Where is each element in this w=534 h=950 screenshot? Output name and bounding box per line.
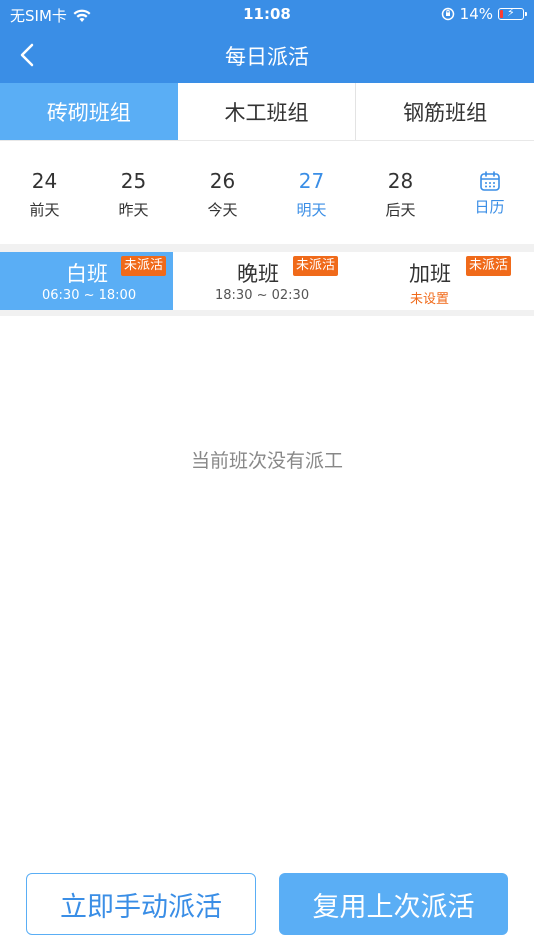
date-item-26[interactable]: 26 今天 [178, 155, 267, 235]
tab-brick-team[interactable]: 砖砌班组 [0, 83, 178, 140]
shift-name: 加班 [409, 262, 451, 286]
empty-message: 当前班次没有派工 [190, 450, 343, 472]
shift-time: 18:30 ~ 02:30 [215, 288, 310, 303]
date-label: 前天 [29, 201, 60, 219]
tab-rebar-team[interactable]: 钢筋班组 [356, 83, 534, 140]
date-item-25[interactable]: 25 昨天 [89, 155, 178, 235]
team-tabs: 砖砌班组 木工班组 钢筋班组 [0, 83, 534, 141]
section-divider [0, 244, 534, 252]
shift-overtime[interactable]: 加班 未派活 未设置 [345, 252, 534, 310]
date-selector: 24 前天 25 昨天 26 今天 27 明天 28 后天 日历 [0, 155, 534, 235]
shift-time: 未设置 [410, 292, 450, 307]
tab-carpentry-team[interactable]: 木工班组 [178, 83, 357, 140]
date-label: 昨天 [118, 201, 149, 219]
date-label: 后天 [385, 201, 416, 219]
status-badge: 未派活 [121, 256, 167, 276]
page-title: 每日派活 [225, 45, 309, 69]
calendar-icon [479, 171, 500, 191]
date-number: 24 [31, 169, 58, 193]
date-label: 今天 [207, 201, 238, 219]
date-number: 27 [298, 169, 325, 193]
status-badge: 未派活 [466, 256, 512, 276]
date-number: 28 [387, 169, 414, 193]
manual-dispatch-button[interactable]: 立即手动派活 [26, 873, 256, 935]
battery-icon: ⚡ [498, 6, 527, 20]
date-number: 25 [120, 169, 147, 193]
date-item-27[interactable]: 27 明天 [267, 155, 356, 235]
status-bar: 无SIM卡 11:08 14% ⚡ [0, 0, 534, 28]
calendar-button[interactable]: 日历 [445, 155, 534, 235]
status-right: 14% ⚡ [441, 5, 527, 23]
date-item-24[interactable]: 24 前天 [0, 155, 89, 235]
date-number: 26 [209, 169, 236, 193]
date-label: 明天 [296, 201, 327, 219]
section-divider [0, 310, 534, 316]
shift-name: 白班 [66, 262, 108, 286]
shift-day[interactable]: 白班 未派活 06:30 ~ 18:00 [0, 252, 173, 310]
shift-selector: 白班 未派活 06:30 ~ 18:00 晚班 未派活 18:30 ~ 02:3… [0, 252, 534, 310]
shift-name: 晚班 [237, 262, 279, 286]
battery-percent: 14% [459, 5, 493, 23]
reuse-dispatch-button[interactable]: 复用上次派活 [279, 873, 508, 935]
date-item-28[interactable]: 28 后天 [356, 155, 445, 235]
status-badge: 未派活 [293, 256, 339, 276]
shift-night[interactable]: 晚班 未派活 18:30 ~ 02:30 [173, 252, 345, 310]
nav-bar: 每日派活 [0, 28, 534, 83]
shift-time: 06:30 ~ 18:00 [42, 288, 137, 303]
orientation-lock-icon [441, 7, 454, 21]
calendar-label: 日历 [474, 198, 505, 216]
